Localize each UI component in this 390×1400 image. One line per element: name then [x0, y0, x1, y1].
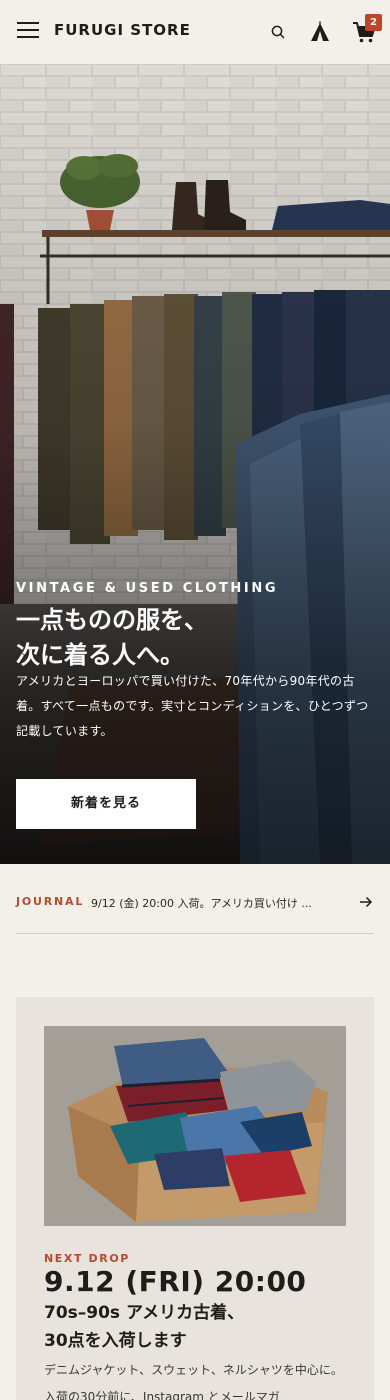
hero-section: VINTAGE & USED CLOTHING 一点ものの服を、 次に着る人へ。… — [0, 64, 390, 864]
hero-title: 一点ものの服を、 次に着る人へ。 — [16, 603, 208, 673]
site-header: FURUGI STORE 2 — [0, 0, 390, 64]
hero-title-line-1: 一点ものの服を、 — [16, 606, 208, 634]
next-drop-title: 70s–90s アメリカ古着、 30点を入荷します — [44, 1299, 244, 1355]
brand-logo[interactable]: FURUGI STORE — [54, 21, 191, 39]
journal-headline[interactable]: 9/12 (金) 20:00 入荷。アメリカ買い付け ... — [91, 895, 346, 911]
hero-background-image — [0, 64, 390, 864]
menu-icon[interactable] — [17, 22, 39, 40]
next-drop-date: 9.12 (FRI) 20:00 — [44, 1265, 307, 1298]
hero-eyebrow: VINTAGE & USED CLOTHING — [16, 581, 279, 596]
arrow-right-icon[interactable] — [359, 896, 373, 908]
hero-title-line-2: 次に着る人へ。 — [16, 641, 184, 669]
view-new-arrivals-button[interactable]: 新着を見る — [16, 779, 196, 829]
tent-icon[interactable] — [309, 21, 331, 43]
next-drop-title-line-2: 30点を入荷します — [44, 1331, 187, 1351]
next-drop-image[interactable] — [44, 1026, 346, 1226]
journal-label: JOURNAL — [16, 895, 85, 908]
box-of-clothes-image — [44, 1026, 346, 1226]
next-drop-label: NEXT DROP — [44, 1252, 130, 1265]
search-icon[interactable] — [270, 24, 286, 40]
next-drop-card: NEXT DROP 9.12 (FRI) 20:00 70s–90s アメリカ古… — [16, 997, 374, 1400]
hero-description: アメリカとヨーロッパで買い付けた、70年代から90年代の古着。すべて一点ものです… — [16, 674, 369, 738]
next-drop-title-line-1: 70s–90s アメリカ古着、 — [44, 1303, 245, 1323]
journal-news-row[interactable]: JOURNAL 9/12 (金) 20:00 入荷。アメリカ買い付け ... — [16, 872, 374, 934]
cart-count-badge: 2 — [365, 14, 382, 31]
next-drop-description: デニムジャケット、スウェット、ネルシャツを中心に。入荷の30分前に、Instag… — [44, 1363, 343, 1400]
